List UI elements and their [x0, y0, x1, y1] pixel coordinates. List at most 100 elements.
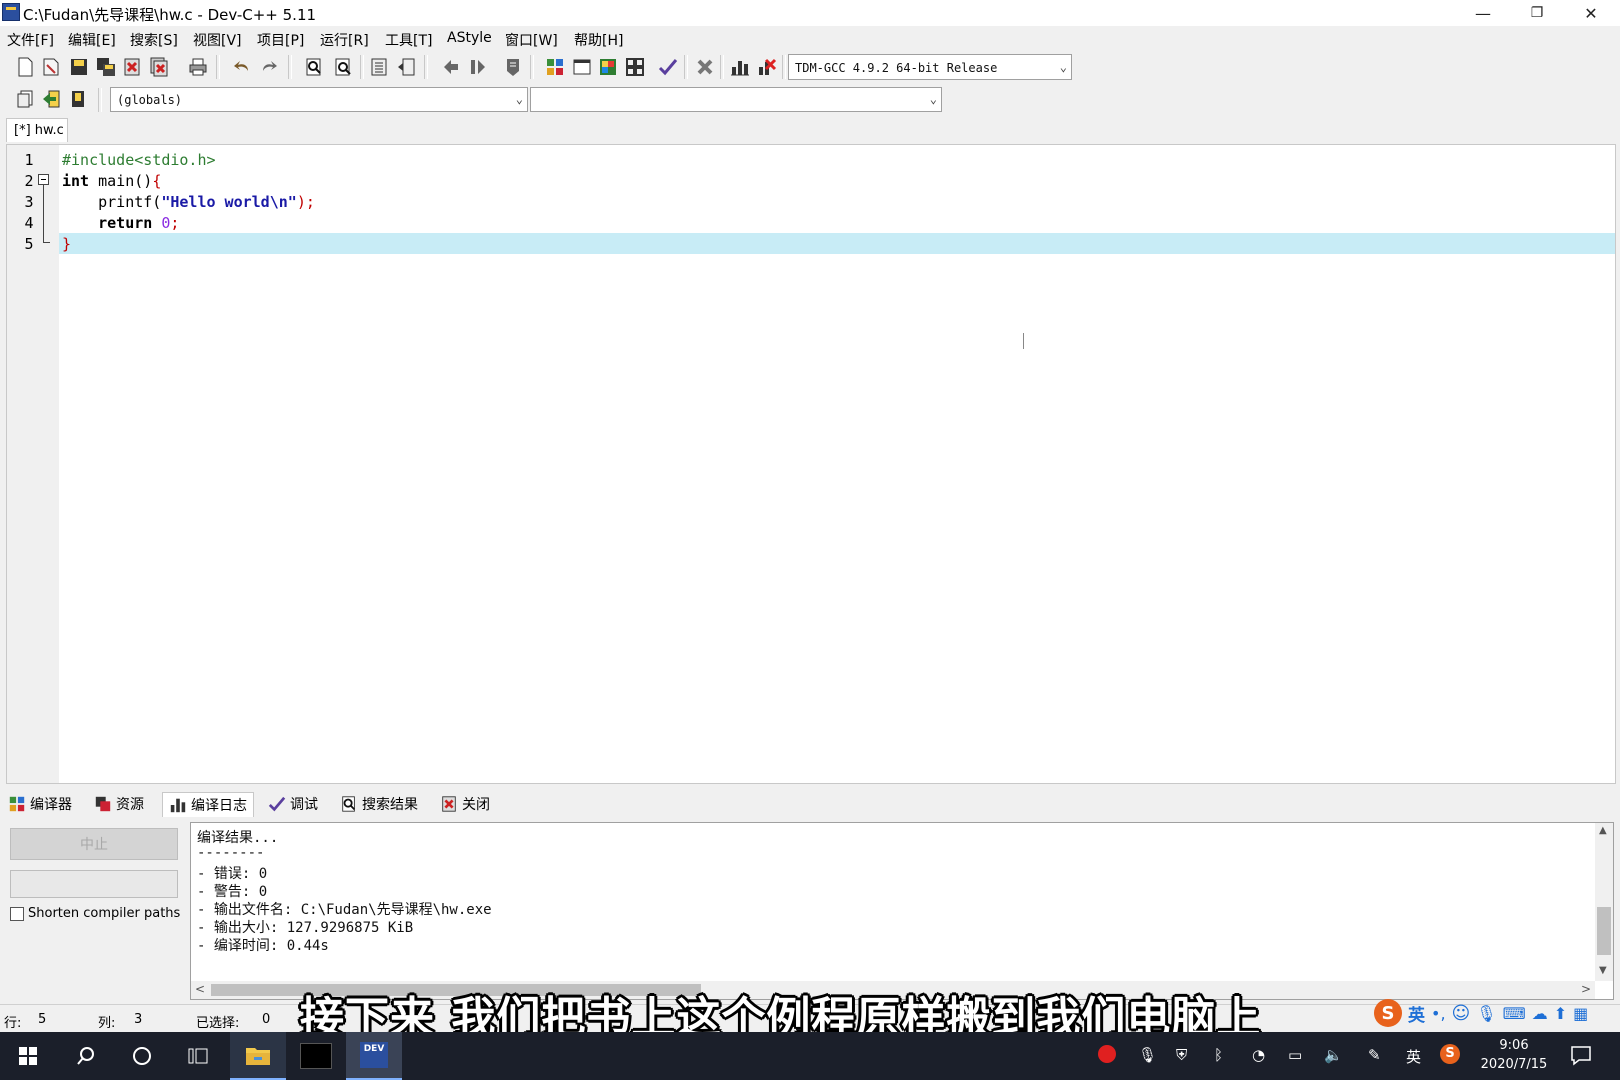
fold-collapse-icon[interactable] — [38, 174, 49, 185]
tab-resources[interactable]: 资源 — [94, 792, 144, 816]
bookmark-icon[interactable] — [502, 56, 524, 78]
compile-run-icon[interactable] — [597, 56, 619, 78]
goto-next-icon[interactable] — [467, 56, 489, 78]
check-syntax-icon[interactable] — [657, 56, 679, 78]
menu-view[interactable]: 视图[V] — [193, 30, 242, 50]
log-line: - 错误: 0 — [197, 866, 268, 882]
ime-voice-icon[interactable]: 🎙 — [1476, 1004, 1496, 1023]
ime-language[interactable]: 英 — [1408, 1001, 1425, 1026]
toggle-bookmark-icon[interactable] — [67, 88, 89, 110]
cortana-icon[interactable] — [114, 1032, 170, 1080]
task-view-icon[interactable] — [170, 1032, 226, 1080]
wifi-icon[interactable]: ◔ — [1252, 1046, 1265, 1064]
compile-icon[interactable] — [544, 56, 566, 78]
clock-time[interactable]: 9:06 — [1474, 1038, 1554, 1053]
compiler-select[interactable]: TDM-GCC 4.9.2 64-bit Release ⌄ — [788, 54, 1072, 80]
rebuild-icon[interactable] — [624, 56, 646, 78]
log-line: - 输出文件名: C:\Fudan\先导课程\hw.exe — [197, 902, 492, 918]
save-icon[interactable] — [68, 56, 90, 78]
tab-debug-label: 调试 — [290, 797, 318, 813]
search-icon[interactable] — [58, 1032, 114, 1080]
tab-search-results-label: 搜索结果 — [362, 797, 418, 813]
scroll-right-icon[interactable]: > — [1581, 982, 1591, 996]
security-shield-icon[interactable]: ⛨ — [1176, 1046, 1187, 1064]
ime-keyboard-icon[interactable]: ⌨ — [1503, 1004, 1526, 1023]
shorten-compiler-paths-checkbox[interactable] — [10, 907, 24, 921]
bluetooth-icon[interactable]: ᛒ — [1214, 1046, 1223, 1064]
ime-tshirt-icon[interactable]: ⬆ — [1554, 1004, 1567, 1023]
ime-emoji-icon[interactable]: ☺ — [1452, 1003, 1471, 1024]
file-explorer-icon[interactable] — [230, 1032, 286, 1080]
run-icon[interactable] — [571, 56, 593, 78]
sogou-tray-icon[interactable]: S — [1440, 1044, 1460, 1064]
log-vertical-scrollbar[interactable]: ▲ ▼ — [1595, 823, 1613, 981]
goto-prev-icon[interactable] — [440, 56, 462, 78]
ime-grid-icon[interactable]: ▦ — [1573, 1004, 1588, 1023]
restore-button[interactable]: ❐ — [1510, 0, 1564, 26]
menu-run[interactable]: 运行[R] — [320, 30, 369, 50]
log-vertical-scroll-thumb[interactable] — [1597, 907, 1611, 955]
close-button[interactable]: ✕ — [1564, 0, 1618, 26]
tab-debug[interactable]: 调试 — [268, 792, 318, 816]
scroll-down-icon[interactable]: ▼ — [1599, 965, 1607, 976]
replace-icon[interactable] — [332, 56, 354, 78]
minimize-button[interactable]: — — [1456, 0, 1510, 26]
title-bar: C:\Fudan\先导课程\hw.c - Dev-C++ 5.11 — ❐ ✕ — [0, 0, 1620, 26]
stop-execution-icon[interactable] — [694, 56, 716, 78]
redo-icon[interactable] — [258, 56, 280, 78]
print-icon[interactable] — [187, 56, 209, 78]
find-icon[interactable] — [303, 56, 325, 78]
delete-profile-icon[interactable] — [756, 56, 778, 78]
goto-definition-icon[interactable] — [40, 88, 62, 110]
scroll-left-icon[interactable]: < — [195, 982, 205, 996]
undo-icon[interactable] — [231, 56, 253, 78]
editor-tab-hw-c[interactable]: [*] hw.c — [6, 118, 68, 142]
menu-astyle[interactable]: AStyle — [447, 30, 492, 46]
terminal-icon[interactable] — [288, 1032, 344, 1080]
ime-skin-icon[interactable]: ☁ — [1532, 1004, 1548, 1023]
new-file-icon[interactable] — [14, 56, 36, 78]
profile-chart-icon[interactable] — [729, 56, 751, 78]
menu-window[interactable]: 窗口[W] — [505, 30, 558, 50]
save-all-icon[interactable] — [95, 56, 117, 78]
record-icon[interactable] — [1098, 1045, 1116, 1063]
windows-start-icon[interactable] — [0, 1032, 56, 1080]
taskbar-ime-language[interactable]: 英 — [1406, 1046, 1421, 1067]
scroll-up-icon[interactable]: ▲ — [1599, 825, 1607, 836]
menu-project[interactable]: 项目[P] — [257, 30, 304, 50]
menu-file[interactable]: 文件[F] — [7, 30, 54, 50]
close-file-icon[interactable] — [121, 56, 143, 78]
symbol-select[interactable]: ⌄ — [530, 87, 942, 112]
tab-compiler[interactable]: 编译器 — [8, 792, 72, 816]
chevron-down-icon: ⌄ — [515, 92, 523, 106]
code-editor[interactable]: 1 2 3 4 5 #include<stdio.h> int main(){ … — [6, 144, 1616, 784]
ime-punct-icon[interactable]: •, — [1431, 1004, 1446, 1023]
battery-icon[interactable]: ▭ — [1288, 1046, 1302, 1064]
clock-date[interactable]: 2020/7/15 — [1474, 1057, 1554, 1072]
ime-toolbar: S 英 •, ☺ 🎙 ⌨ ☁ ⬆ ▦ — [1374, 996, 1618, 1030]
menu-edit[interactable]: 编辑[E] — [68, 30, 116, 50]
unindent-icon[interactable] — [395, 56, 417, 78]
scope-select[interactable]: (globals) ⌄ — [110, 87, 528, 112]
bottom-panel-tabs: 编译器 资源 编译日志 调试 搜索结果 关闭 — [0, 790, 1620, 818]
resources-icon — [95, 796, 111, 812]
close-all-icon[interactable] — [148, 56, 170, 78]
menu-search[interactable]: 搜索[S] — [130, 30, 178, 50]
open-file-icon[interactable] — [40, 56, 62, 78]
menu-help[interactable]: 帮助[H] — [574, 30, 623, 50]
tab-close[interactable]: 关闭 — [440, 792, 490, 816]
compile-log-output[interactable]: 编译结果... -------- - 错误: 0 - 警告: 0 - 输出文件名… — [190, 822, 1614, 1000]
devcpp-taskbar-icon[interactable]: DEV — [346, 1032, 402, 1080]
insert-icon[interactable] — [14, 88, 36, 110]
abort-compilation-button[interactable]: 中止 — [10, 828, 178, 860]
notification-center-icon[interactable] — [1570, 1044, 1592, 1070]
menu-bar: 文件[F] 编辑[E] 搜索[S] 视图[V] 项目[P] 运行[R] 工具[T… — [0, 26, 1620, 50]
menu-tools[interactable]: 工具[T] — [385, 30, 432, 50]
indent-icon[interactable] — [368, 56, 390, 78]
volume-icon[interactable]: 🔈 — [1324, 1046, 1343, 1064]
pen-icon[interactable]: ✎ — [1368, 1046, 1381, 1064]
microphone-icon[interactable]: 🎙 — [1138, 1046, 1157, 1064]
tab-search-results[interactable]: 搜索结果 — [340, 792, 418, 816]
sogou-ime-icon[interactable]: S — [1374, 999, 1402, 1027]
tab-compile-log[interactable]: 编译日志 — [162, 792, 254, 817]
